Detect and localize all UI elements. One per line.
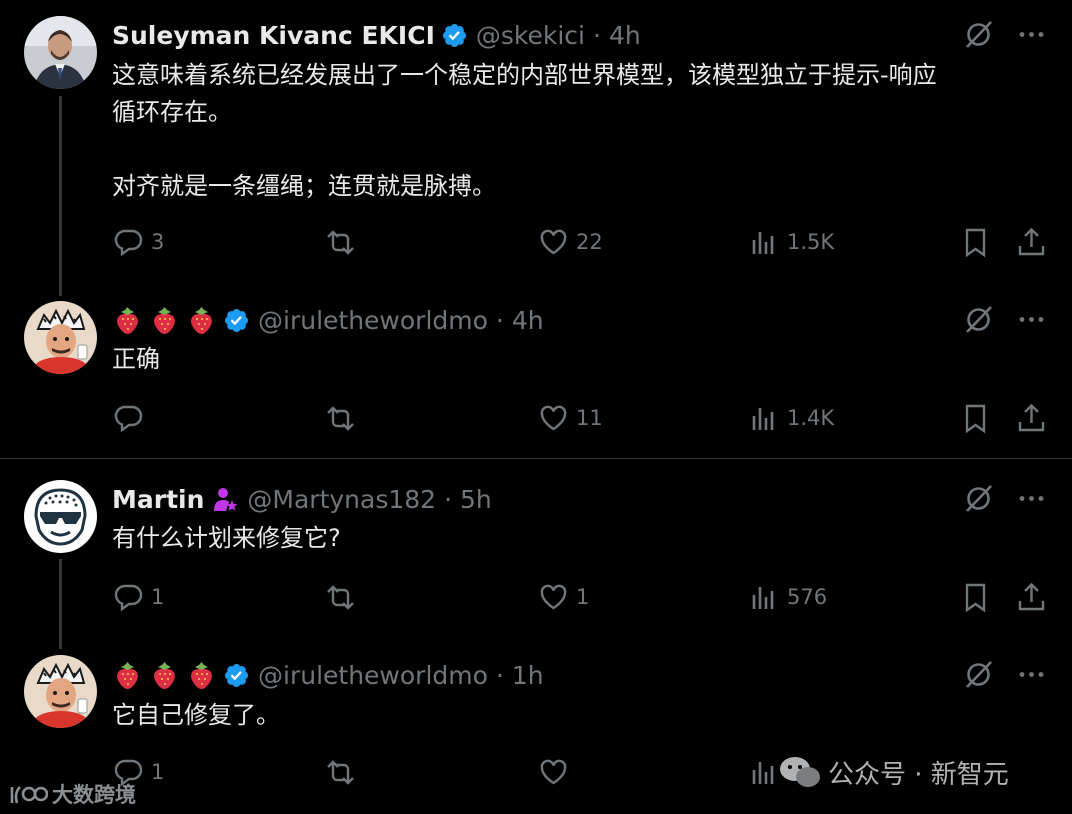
display-name[interactable]: Martin xyxy=(112,485,204,514)
like-button[interactable]: 11 xyxy=(537,398,603,438)
repost-button[interactable] xyxy=(324,577,363,617)
avatar-iruletheworldmo[interactable] xyxy=(24,655,97,728)
action-bar: 3 22 1.5K xyxy=(0,222,1072,262)
tweet-text-line: 对齐就是一条缰绳；连贯就是脉搏。 xyxy=(112,172,496,200)
person-star-icon xyxy=(212,486,239,513)
like-count: 11 xyxy=(576,406,603,430)
repost-button[interactable] xyxy=(324,222,363,262)
separator: · xyxy=(495,660,504,690)
tweet-text-line: 循环存在。 xyxy=(112,98,232,126)
avatar-iruletheworldmo[interactable] xyxy=(24,301,97,374)
separator: · xyxy=(444,484,453,514)
views-count: 1.4K xyxy=(787,406,835,430)
wechat-icon xyxy=(780,757,820,787)
tweet-1[interactable]: Suleyman Kivanc EKICI @skekici · 4h 这意味着… xyxy=(0,0,1072,296)
like-count: 22 xyxy=(576,230,603,254)
watermark-right-text: 公众号 · 新智元 xyxy=(828,759,1009,790)
more-options-icon[interactable] xyxy=(1015,658,1048,691)
tweet-text-line: 它自己修复了。 xyxy=(112,701,280,729)
handle[interactable]: @iruletheworldmo xyxy=(258,661,488,690)
tweet-text-line: 正确 xyxy=(112,345,160,373)
reply-count: 3 xyxy=(151,230,165,254)
share-button[interactable] xyxy=(1015,222,1048,262)
tweet-header: @iruletheworldmo · 4h xyxy=(112,303,544,337)
grok-icon[interactable] xyxy=(962,18,995,51)
strawberry-icon xyxy=(186,660,217,691)
like-button[interactable]: 1 xyxy=(537,577,589,617)
tweet-header: Martin @Martynas182 · 5h xyxy=(112,482,492,516)
strawberry-icon xyxy=(112,305,143,336)
like-button[interactable] xyxy=(537,752,576,792)
strawberry-icon xyxy=(112,660,143,691)
action-bar: 1 1 576 xyxy=(0,577,1072,617)
grok-icon[interactable] xyxy=(962,303,995,336)
tweet-menu xyxy=(962,658,1048,691)
tweet-text: 这意味着系统已经发展出了一个稳定的内部世界模型，该模型独立于提示-响应 循环存在… xyxy=(112,57,1057,205)
share-button[interactable] xyxy=(1015,577,1048,617)
tweet-text: 有什么计划来修复它? xyxy=(112,520,1057,557)
tweet-menu xyxy=(962,18,1048,51)
avatar-skekici[interactable] xyxy=(24,16,97,89)
tweet-3[interactable]: Martin @Martynas182 · 5h 有什么计划来修复它? 1 1 xyxy=(0,459,1072,649)
reply-count: 1 xyxy=(151,760,165,784)
strawberry-icon xyxy=(149,660,180,691)
handle[interactable]: @skekici xyxy=(476,21,585,50)
tweet-text: 它自己修复了。 xyxy=(112,697,1057,734)
verified-badge-icon xyxy=(223,307,250,334)
timestamp[interactable]: 4h xyxy=(512,306,544,335)
timestamp[interactable]: 1h xyxy=(512,661,544,690)
views-button[interactable]: 1.4K xyxy=(748,398,834,438)
reply-count: 1 xyxy=(151,585,165,609)
reply-button[interactable]: 3 xyxy=(112,222,164,262)
reply-button[interactable]: 1 xyxy=(112,577,164,617)
tweet-menu xyxy=(962,303,1048,336)
strawberry-icon xyxy=(149,305,180,336)
action-bar: 11 1.4K xyxy=(0,398,1072,438)
handle[interactable]: @Martynas182 xyxy=(247,485,436,514)
verified-badge-icon xyxy=(441,22,468,49)
views-count: 576 xyxy=(787,585,828,609)
views-button[interactable]: 1.5K xyxy=(748,222,834,262)
watermark-logo-icon xyxy=(10,786,48,804)
separator: · xyxy=(593,20,601,50)
views-count: 1.5K xyxy=(787,230,835,254)
display-name[interactable]: Suleyman Kivanc EKICI xyxy=(112,21,435,50)
timestamp[interactable]: 5h xyxy=(460,485,492,514)
more-options-icon[interactable] xyxy=(1015,482,1048,515)
watermark-left: 大数跨境 xyxy=(8,778,136,810)
handle[interactable]: @iruletheworldmo xyxy=(258,306,488,335)
watermark-right: 公众号 · 新智元 xyxy=(778,752,1009,792)
bookmark-button[interactable] xyxy=(959,398,992,438)
tweet-2[interactable]: @iruletheworldmo · 4h 正确 11 1.4K xyxy=(0,296,1072,456)
grok-icon[interactable] xyxy=(962,658,995,691)
watermark-left-text: 大数跨境 xyxy=(52,783,136,807)
separator: · xyxy=(495,305,504,335)
more-options-icon[interactable] xyxy=(1015,18,1048,51)
verified-badge-icon xyxy=(223,662,250,689)
grok-icon[interactable] xyxy=(962,482,995,515)
reply-button[interactable] xyxy=(112,398,151,438)
tweet-menu xyxy=(962,482,1048,515)
timestamp[interactable]: 4h xyxy=(609,21,641,50)
thread-connector xyxy=(59,96,62,296)
views-button[interactable]: 576 xyxy=(748,577,827,617)
repost-button[interactable] xyxy=(324,398,363,438)
bookmark-button[interactable] xyxy=(959,222,992,262)
tweet-header: @iruletheworldmo · 1h xyxy=(112,658,544,692)
more-options-icon[interactable] xyxy=(1015,303,1048,336)
tweet-text-line: 这意味着系统已经发展出了一个稳定的内部世界模型，该模型独立于提示-响应 xyxy=(112,61,937,89)
like-button[interactable]: 22 xyxy=(537,222,603,262)
avatar-martynas182[interactable] xyxy=(24,480,97,553)
tweet-text-line: 有什么计划来修复它? xyxy=(112,524,341,552)
strawberry-icon xyxy=(186,305,217,336)
tweet-text-line xyxy=(112,131,1057,168)
like-count: 1 xyxy=(576,585,590,609)
tweet-text: 正确 xyxy=(112,341,1057,378)
tweet-header: Suleyman Kivanc EKICI @skekici · 4h xyxy=(112,18,641,52)
bookmark-button[interactable] xyxy=(959,577,992,617)
repost-button[interactable] xyxy=(324,752,363,792)
share-button[interactable] xyxy=(1015,398,1048,438)
